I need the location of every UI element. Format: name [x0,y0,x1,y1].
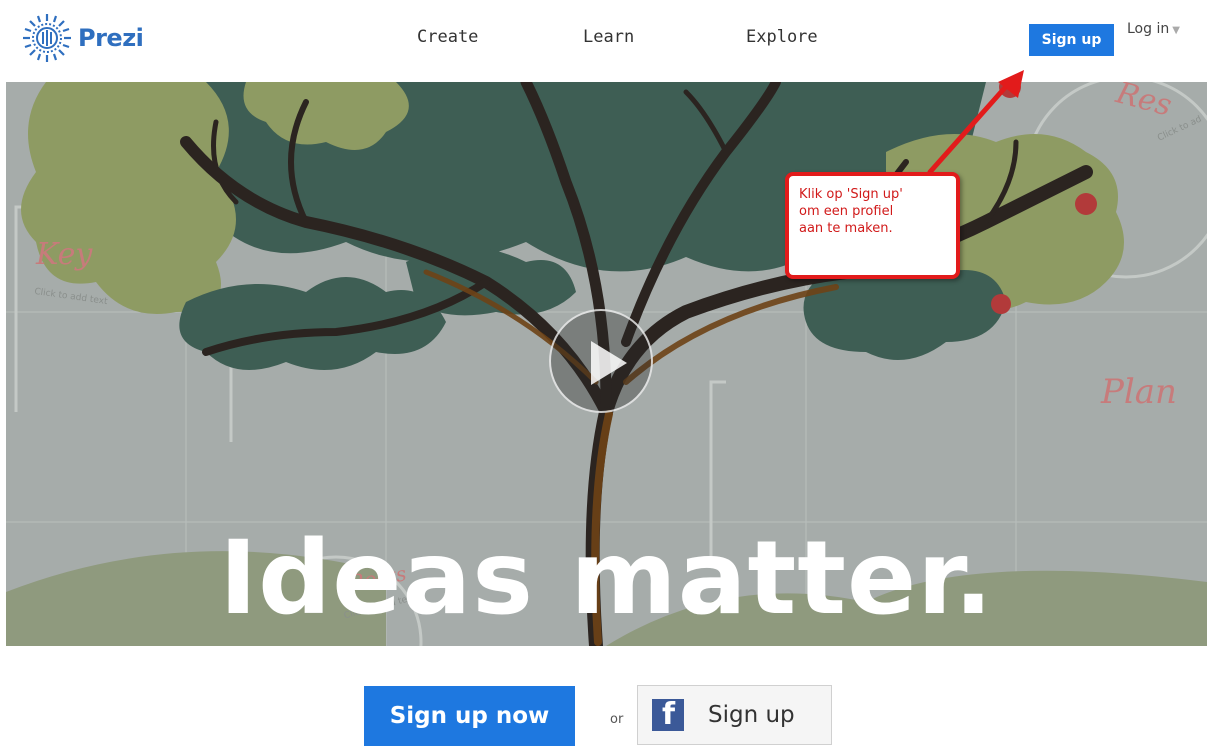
facebook-signup-button[interactable]: f Sign up [637,685,832,745]
prezi-logo[interactable]: Prezi [20,10,144,66]
hero-video[interactable]: Key Click to add text Plan Res Click to … [6,82,1207,646]
signup-button[interactable]: Sign up [1029,24,1114,56]
play-icon [591,341,627,385]
or-separator: or [610,712,624,727]
play-button[interactable] [549,309,653,413]
chevron-down-icon: ▼ [1172,25,1180,36]
facebook-signup-label: Sign up [708,702,795,728]
facebook-icon: f [652,697,684,732]
hero-title: Ideas matter. [219,519,994,638]
nav-explore[interactable]: Explore [746,27,818,47]
plan-label: Plan [1101,372,1177,412]
prezi-logo-icon [23,14,71,62]
signup-now-button[interactable]: Sign up now [364,686,575,746]
login-label: Log in [1127,21,1170,37]
annotation-text: Klik op 'Sign up' om een profiel aan te … [799,187,903,236]
nav-create[interactable]: Create [417,27,478,47]
annotation-callout: Klik op 'Sign up' om een profiel aan te … [785,172,960,279]
nav-learn[interactable]: Learn [583,27,634,47]
brand-name: Prezi [78,24,144,52]
top-navbar: Prezi Create Learn Explore Sign up Log i… [0,0,1207,82]
login-menu[interactable]: Log in ▼ [1127,21,1180,37]
key-label: Key [36,237,93,272]
